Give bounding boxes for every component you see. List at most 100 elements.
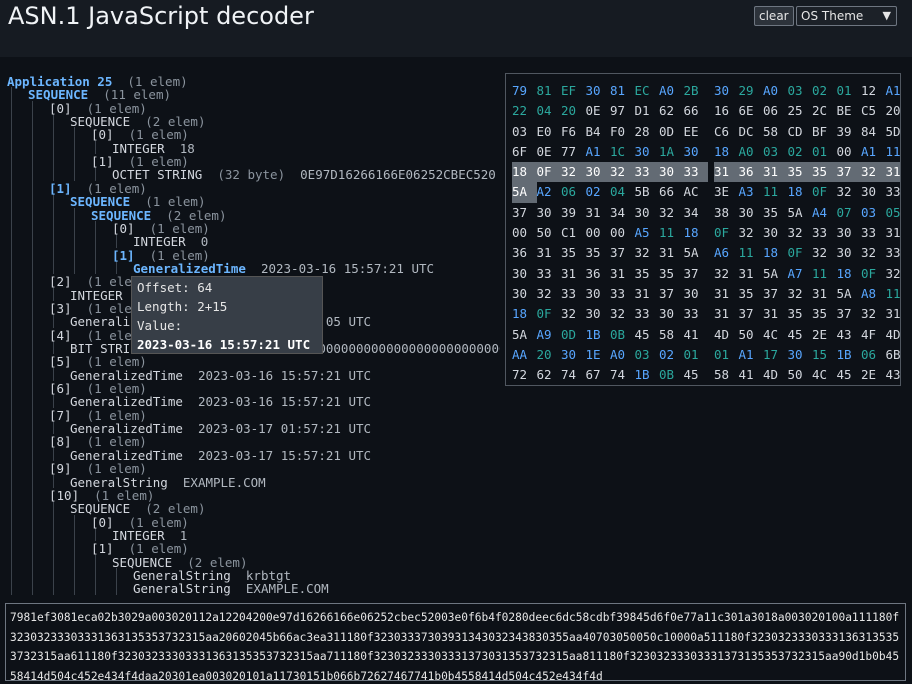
hex-byte[interactable]: 0F: [714, 223, 739, 243]
hex-byte[interactable]: 33: [683, 162, 708, 183]
hex-byte[interactable]: 07: [837, 203, 862, 223]
hex-byte[interactable]: CD: [788, 122, 813, 142]
hex-byte[interactable]: 1B: [635, 365, 660, 385]
hex-byte[interactable]: 25: [788, 101, 813, 121]
hex-byte[interactable]: 45: [788, 325, 813, 345]
hex-byte[interactable]: 32: [837, 182, 862, 202]
hex-byte[interactable]: A8: [861, 284, 886, 304]
hex-byte[interactable]: 39: [837, 122, 862, 142]
hex-byte[interactable]: 31: [561, 264, 586, 284]
hex-byte[interactable]: 31: [885, 162, 900, 183]
hex-byte[interactable]: 11: [812, 264, 837, 284]
hex-byte[interactable]: 50: [788, 365, 813, 385]
hex-byte[interactable]: 32: [537, 284, 562, 304]
hex-byte[interactable]: 00: [512, 223, 537, 243]
hex-byte[interactable]: 35: [561, 243, 586, 263]
hex-byte[interactable]: 0F: [788, 243, 813, 263]
hex-byte[interactable]: 1B: [837, 345, 862, 365]
hex-byte[interactable]: 4C: [763, 325, 788, 345]
hex-byte[interactable]: 18: [512, 162, 537, 183]
hex-byte[interactable]: 45: [684, 365, 709, 385]
hex-byte[interactable]: 30: [837, 243, 862, 263]
hex-byte[interactable]: 5A: [763, 264, 788, 284]
hex-byte[interactable]: 20: [537, 345, 562, 365]
hex-byte[interactable]: EF: [561, 81, 586, 101]
hex-byte[interactable]: 2B: [684, 81, 709, 101]
hex-byte[interactable]: 18: [763, 243, 788, 263]
hex-byte[interactable]: 04: [610, 182, 635, 202]
hex-byte[interactable]: 45: [837, 365, 862, 385]
hex-byte[interactable]: 02: [788, 142, 813, 162]
hex-byte[interactable]: 5A: [684, 243, 709, 263]
hex-byte[interactable]: 11: [886, 142, 901, 162]
hex-byte[interactable]: 39: [561, 203, 586, 223]
hex-byte[interactable]: 36: [738, 162, 763, 183]
hex-byte[interactable]: 66: [659, 182, 684, 202]
hex-byte[interactable]: 31: [586, 203, 611, 223]
hex-byte[interactable]: 32: [610, 162, 635, 183]
hex-byte[interactable]: 02: [659, 345, 684, 365]
hex-byte[interactable]: C5: [861, 101, 886, 121]
hex-byte[interactable]: BF: [812, 122, 837, 142]
hex-byte[interactable]: 66: [684, 101, 709, 121]
hex-byte[interactable]: 2E: [812, 325, 837, 345]
hex-byte[interactable]: 03: [861, 203, 886, 223]
hex-byte[interactable]: 30: [714, 81, 739, 101]
hex-byte[interactable]: A3: [739, 182, 764, 202]
hex-byte[interactable]: 32: [739, 223, 764, 243]
hex-byte[interactable]: 01: [837, 81, 862, 101]
hex-byte[interactable]: 6B: [886, 345, 901, 365]
hex-byte[interactable]: 11: [763, 182, 788, 202]
hex-byte[interactable]: A1: [861, 142, 886, 162]
hex-byte[interactable]: 33: [635, 304, 660, 324]
hex-byte[interactable]: 18: [837, 264, 862, 284]
hex-byte[interactable]: 37: [659, 284, 684, 304]
hex-byte[interactable]: 35: [812, 304, 837, 324]
hex-byte[interactable]: 15: [812, 345, 837, 365]
hex-byte[interactable]: 4F: [512, 385, 537, 386]
hex-byte[interactable]: 18: [788, 182, 813, 202]
hex-byte[interactable]: 37: [739, 304, 764, 324]
hex-byte[interactable]: 16: [714, 101, 739, 121]
hex-byte[interactable]: 32: [714, 264, 739, 284]
tree-node[interactable]: OCTET STRING (32 byte) 0E97D16266166E062…: [112, 168, 496, 182]
hex-byte[interactable]: AC: [684, 182, 709, 202]
hex-byte[interactable]: 5A: [837, 284, 862, 304]
hex-byte[interactable]: 0D: [561, 325, 586, 345]
hex-byte[interactable]: 30: [837, 223, 862, 243]
hex-byte[interactable]: 62: [537, 365, 562, 385]
hex-byte[interactable]: 36: [512, 243, 537, 263]
hex-byte[interactable]: 31: [610, 264, 635, 284]
hex-byte[interactable]: 00: [837, 142, 862, 162]
hex-byte[interactable]: 05: [886, 203, 901, 223]
hex-byte[interactable]: 3E: [714, 182, 739, 202]
hex-byte[interactable]: 02: [586, 182, 611, 202]
hex-byte[interactable]: 11: [739, 243, 764, 263]
hex-byte[interactable]: 50: [739, 325, 764, 345]
hex-byte[interactable]: 35: [788, 304, 813, 324]
hex-byte[interactable]: BE: [837, 101, 862, 121]
hex-byte[interactable]: 35: [635, 264, 660, 284]
hex-byte[interactable]: 0F: [537, 304, 562, 324]
hex-byte[interactable]: 33: [886, 243, 901, 263]
hex-byte[interactable]: 31: [739, 264, 764, 284]
clear-button[interactable]: clear: [754, 6, 794, 26]
hex-byte[interactable]: 01: [714, 345, 739, 365]
hex-byte[interactable]: 0B: [659, 365, 684, 385]
hex-byte[interactable]: 37: [512, 203, 537, 223]
hex-byte[interactable]: 32: [788, 223, 813, 243]
hex-byte[interactable]: 58: [659, 325, 684, 345]
hex-byte[interactable]: 30: [763, 223, 788, 243]
hex-byte[interactable]: 74: [610, 365, 635, 385]
hex-byte[interactable]: 30: [659, 162, 684, 183]
hex-byte[interactable]: 32: [861, 304, 886, 324]
hex-byte[interactable]: 72: [512, 365, 537, 385]
tree-node[interactable]: GeneralizedTime 2023-03-16 15:57:21 UTC: [133, 261, 434, 276]
hex-byte[interactable]: 5A: [512, 325, 537, 345]
hex-byte[interactable]: 11: [886, 284, 901, 304]
hex-byte[interactable]: 31: [763, 304, 788, 324]
hex-byte[interactable]: 30: [635, 203, 660, 223]
hex-byte[interactable]: 33: [561, 284, 586, 304]
hex-byte[interactable]: 03: [788, 81, 813, 101]
hex-byte[interactable]: 38: [714, 203, 739, 223]
